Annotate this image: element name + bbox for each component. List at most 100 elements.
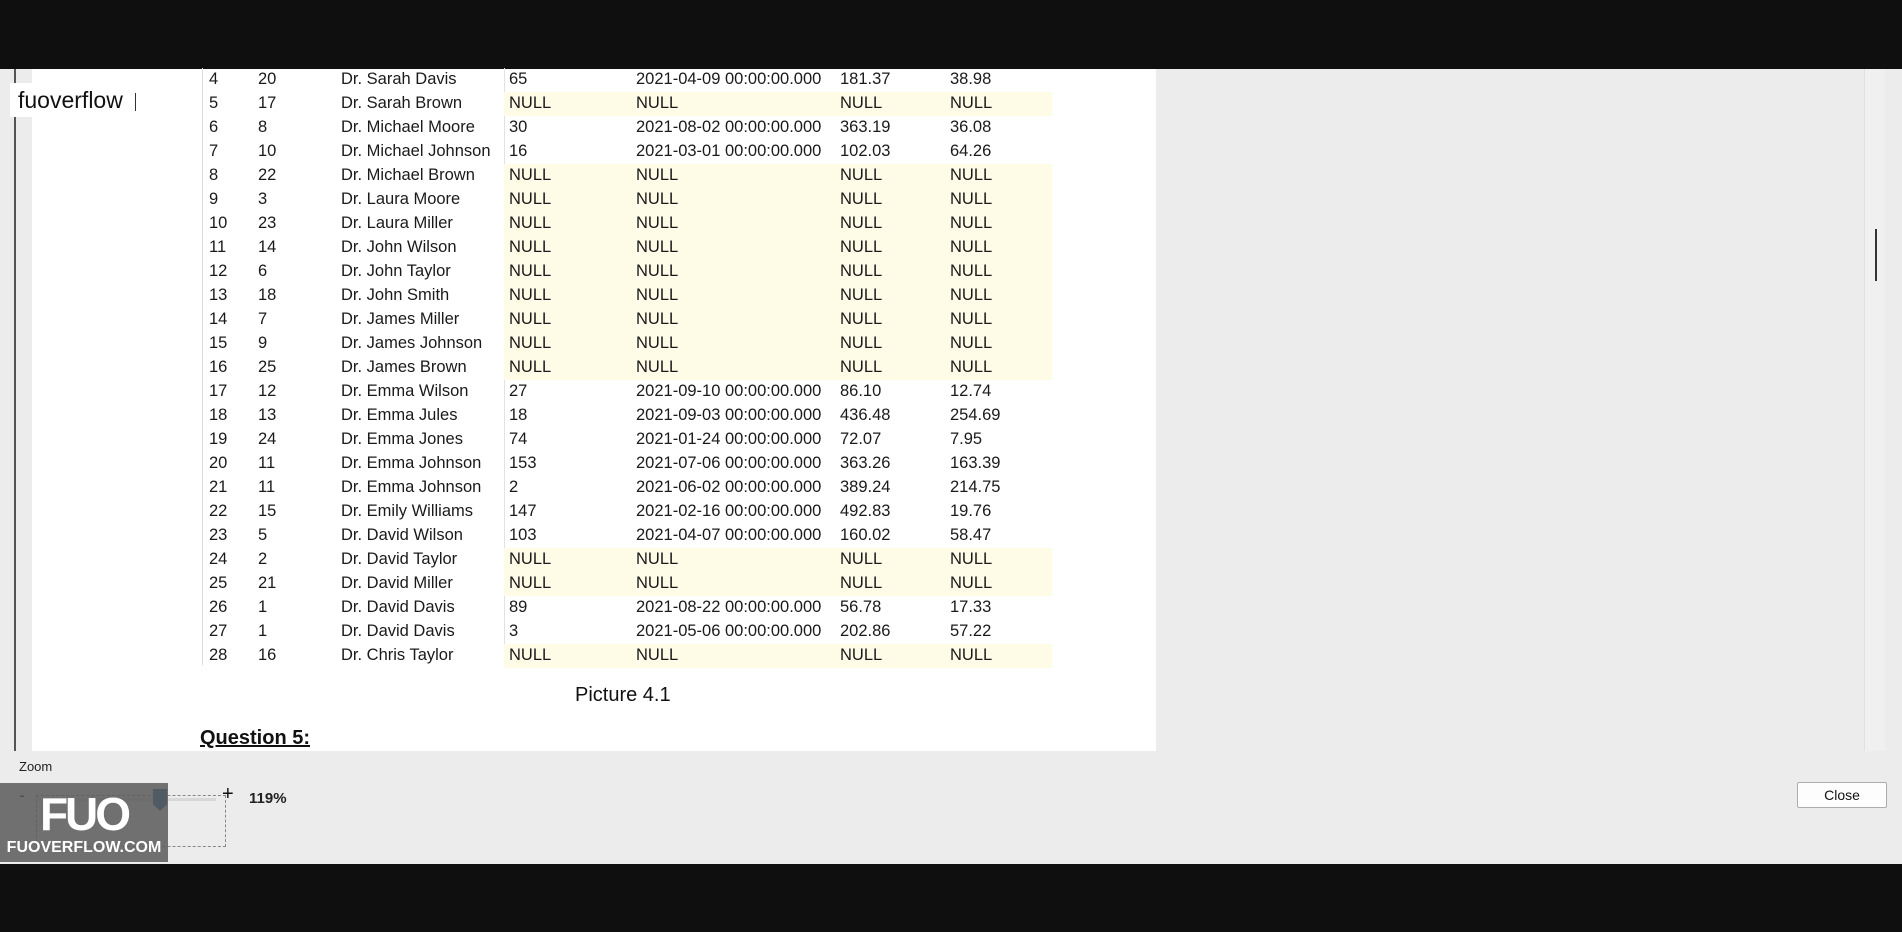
table-row: 4 20 Dr. Sarah Davis 65 2021-04-09 00:00:00.…: [202, 68, 1054, 92]
table-cell: 20: [258, 70, 277, 88]
table-row: 20 11 Dr. Emma Johnson 153 2021-07-06 00:00:…: [202, 452, 1054, 476]
table-cell: 25: [209, 574, 228, 592]
table-cell: Dr. David Taylor: [341, 550, 458, 568]
table-cell: 2021-03-01 00:00:00.000: [636, 142, 822, 160]
table-cell: 19.76: [950, 502, 992, 520]
table-cell: 10: [209, 214, 228, 232]
table-cell: 65: [509, 70, 528, 88]
table-cell: 363.26: [840, 454, 891, 472]
print-preview-window: 4 20 Dr. Sarah Davis 65 2021-04-09 00:00:00.…: [0, 68, 1902, 864]
table-row: 14 7 Dr. James Miller NULL NULL NULL NULL: [202, 308, 1054, 332]
table-cell: Dr. David Wilson: [341, 526, 463, 544]
table-cell: 5: [258, 526, 268, 544]
watermark-logo: FUO FUOVERFLOW.COM: [0, 783, 168, 862]
watermark-logo-text: FUO: [39, 788, 131, 840]
table-cell: NULL: [840, 238, 883, 256]
table-row: 12 6 Dr. John Taylor NULL NULL NULL NULL: [202, 260, 1054, 284]
table-cell: NULL: [950, 190, 993, 208]
table-cell: 17: [258, 94, 277, 112]
table-cell: 2021-06-02 00:00:00.000: [636, 478, 822, 496]
table-cell: NULL: [950, 358, 993, 376]
table-cell: 56.78: [840, 598, 882, 616]
table-cell: NULL: [636, 574, 679, 592]
table-row: 19 24 Dr. Emma Jones 74 2021-01-24 00:00:00.…: [202, 428, 1054, 452]
table-row: 17 12 Dr. Emma Wilson 27 2021-09-10 00:00:00…: [202, 380, 1054, 404]
table-cell: 9: [209, 190, 219, 208]
table-cell: 89: [509, 598, 528, 616]
table-cell: 2021-08-22 00:00:00.000: [636, 598, 822, 616]
table-cell: 363.19: [840, 118, 891, 136]
table-cell: NULL: [509, 94, 552, 112]
table-cell: NULL: [636, 358, 679, 376]
table-cell: NULL: [509, 214, 552, 232]
table-cell: NULL: [840, 574, 883, 592]
table-cell: 74: [509, 430, 528, 448]
table-cell: Dr. Emma Jules: [341, 406, 458, 424]
brand-tag-text: fuoverflow: [18, 87, 123, 113]
table-cell: NULL: [636, 214, 679, 232]
table-cell: NULL: [840, 94, 883, 112]
table-cell: NULL: [636, 310, 679, 328]
table-cell: 23: [258, 214, 277, 232]
table-cell: 15: [209, 334, 228, 352]
table-cell: 2021-01-24 00:00:00.000: [636, 430, 822, 448]
table-cell: 18: [209, 406, 228, 424]
table-cell: Dr. Emma Jones: [341, 430, 463, 448]
table-cell: 3: [509, 622, 519, 640]
table-cell: 254.69: [950, 406, 1001, 424]
table-cell: 16: [509, 142, 528, 160]
table-cell: NULL: [840, 358, 883, 376]
scrollbar-thumb[interactable]: [1875, 229, 1877, 281]
table-cell: 17.33: [950, 598, 992, 616]
zoom-in-button[interactable]: +: [222, 783, 234, 806]
question-heading: Question 5:: [200, 727, 311, 749]
table-cell: NULL: [950, 310, 993, 328]
table-cell: 14: [258, 238, 277, 256]
table-cell: 19: [209, 430, 228, 448]
table-cell: NULL: [840, 190, 883, 208]
table-row: 27 1 Dr. David Davis 3 2021-05-06 00:00:00.0…: [202, 620, 1054, 644]
table-cell: NULL: [636, 646, 679, 664]
table-cell: NULL: [840, 166, 883, 184]
table-row: 16 25 Dr. James Brown NULL NULL NULL NULL: [202, 356, 1054, 380]
table-cell: 389.24: [840, 478, 891, 496]
table-cell: 20: [209, 454, 228, 472]
table-cell: 11: [209, 238, 227, 256]
table-cell: Dr. Sarah Brown: [341, 94, 463, 112]
table-cell: 11: [258, 454, 276, 472]
table-cell: 13: [258, 406, 277, 424]
text-cursor: [134, 92, 136, 111]
table-cell: 7: [258, 310, 268, 328]
table-cell: Dr. John Taylor: [341, 262, 451, 280]
table-row: 15 9 Dr. James Johnson NULL NULL NULL NULL: [202, 332, 1054, 356]
document-page: 4 20 Dr. Sarah Davis 65 2021-04-09 00:00:00.…: [32, 68, 1156, 751]
table-cell: Dr. Chris Taylor: [341, 646, 454, 664]
table-row: 23 5 Dr. David Wilson 103 2021-04-07 00:00:0…: [202, 524, 1054, 548]
table-cell: NULL: [950, 166, 993, 184]
table-cell: NULL: [950, 238, 993, 256]
table-cell: NULL: [840, 334, 883, 352]
watermark-url: FUOVERFLOW.COM: [6, 839, 162, 856]
table-cell: 7: [209, 142, 219, 160]
table-cell: 2021-09-10 00:00:00.000: [636, 382, 822, 400]
table-cell: 28: [209, 646, 228, 664]
table-cell: 23: [209, 526, 228, 544]
table-cell: 16: [209, 358, 228, 376]
table-cell: 8: [258, 118, 268, 136]
table-cell: NULL: [950, 550, 993, 568]
table-cell: NULL: [950, 574, 993, 592]
table-cell: 153: [509, 454, 537, 472]
table-cell: NULL: [509, 334, 552, 352]
table-cell: 16: [258, 646, 277, 664]
table-cell: 25: [258, 358, 277, 376]
close-button[interactable]: Close: [1797, 782, 1887, 808]
table-cell: 58.47: [950, 526, 992, 544]
table-cell: NULL: [636, 550, 679, 568]
table-row: 11 14 Dr. John Wilson NULL NULL NULL NULL: [202, 236, 1054, 260]
table-cell: NULL: [636, 190, 679, 208]
table-cell: NULL: [840, 646, 883, 664]
table-cell: 18: [258, 286, 277, 304]
table-cell: NULL: [509, 358, 552, 376]
table-cell: NULL: [509, 238, 552, 256]
vertical-scrollbar[interactable]: [1864, 69, 1885, 751]
